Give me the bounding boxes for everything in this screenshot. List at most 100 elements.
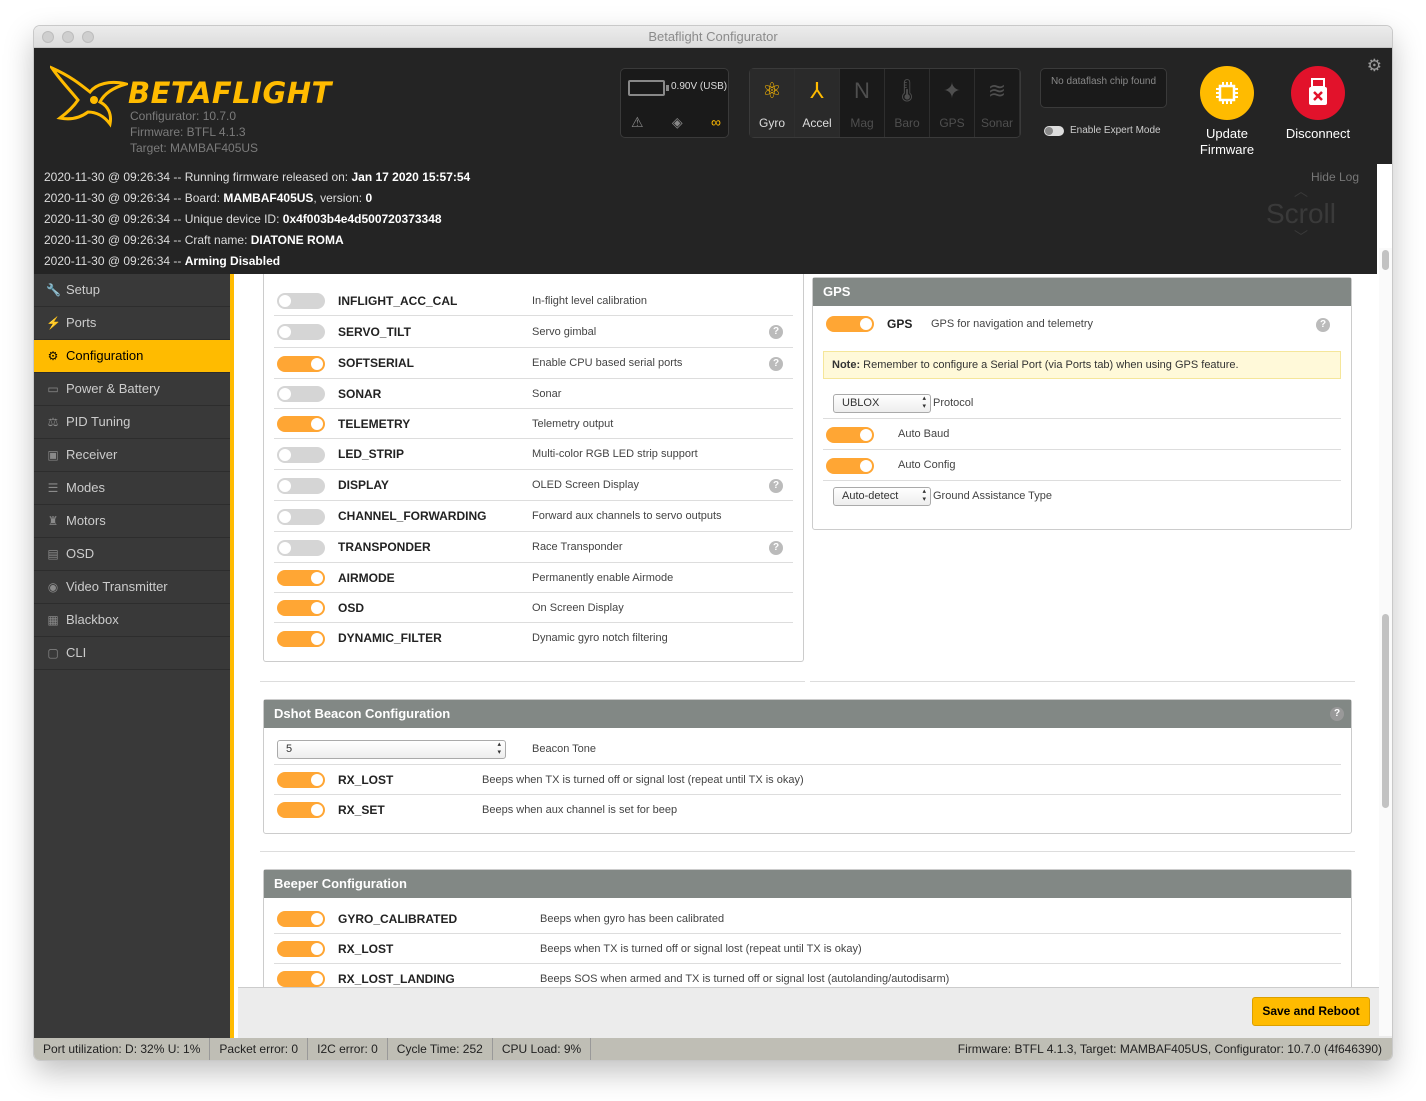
gps-note: Note: Remember to configure a Serial Por…	[823, 351, 1341, 379]
sidebar-item-osd[interactable]: ▤ OSD	[34, 538, 230, 571]
feature-toggle[interactable]	[277, 630, 325, 647]
save-and-reboot-button[interactable]: Save and Reboot	[1252, 997, 1370, 1026]
disconnect-label: Disconnect	[1285, 126, 1351, 141]
sensor-sonar: ≋ Sonar	[975, 69, 1020, 137]
header: BETAFLIGHT Configurator: 10.7.0 Firmware…	[34, 48, 1392, 164]
expert-mode-toggle-row[interactable]: Enable Expert Mode	[1044, 125, 1161, 136]
port-utilization: Port utilization: D: 32% U: 1%	[34, 1038, 211, 1060]
disconnect-button[interactable]: Disconnect	[1278, 66, 1358, 142]
wrench-icon: 🔧	[46, 283, 61, 297]
feature-description: OLED Screen Display	[532, 479, 639, 491]
update-firmware-label: Update Firmware	[1199, 126, 1255, 157]
cycle-time: Cycle Time: 252	[388, 1038, 493, 1060]
minimize-window-button[interactable]	[62, 31, 74, 43]
sidebar-item-label: Motors	[66, 513, 106, 528]
help-icon[interactable]: ?	[769, 357, 783, 371]
sidebar-item-motors[interactable]: ♜ Motors	[34, 505, 230, 538]
feature-row: AIRMODE Permanently enable Airmode	[274, 563, 793, 593]
feature-description: Sonar	[532, 388, 562, 400]
feature-toggle[interactable]	[277, 600, 325, 616]
feature-toggle[interactable]	[277, 324, 325, 340]
sensor-label: Baro	[894, 116, 920, 130]
sidebar-item-setup[interactable]: 🔧 Setup	[34, 274, 230, 307]
sidebar-item-ports[interactable]: ⚡ Ports	[34, 307, 230, 340]
sidebar-item-label: Receiver	[66, 447, 118, 462]
feature-toggle[interactable]	[277, 386, 325, 402]
expert-mode-toggle[interactable]	[1044, 125, 1064, 136]
feature-name: LED_STRIP	[338, 447, 405, 461]
feature-toggle[interactable]	[277, 971, 325, 987]
update-firmware-button[interactable]: Update Firmware	[1187, 66, 1267, 158]
feature-toggle[interactable]	[277, 570, 325, 586]
settings-gear-icon[interactable]: ⚙	[1367, 56, 1382, 76]
auto-baud-toggle[interactable]	[826, 427, 874, 443]
log-line: 2020-11-30 @ 09:26:34 -- Board: MAMBAF40…	[44, 191, 373, 205]
feature-toggle[interactable]	[277, 802, 325, 818]
failsafe-icon: ◈	[671, 114, 683, 130]
feature-toggle[interactable]	[277, 293, 325, 309]
feature-toggle[interactable]	[277, 355, 325, 372]
feature-description: In-flight level calibration	[532, 295, 647, 307]
gps-protocol-select[interactable]: UBLOX	[833, 394, 931, 413]
feature-name: RX_LOST	[338, 773, 394, 787]
gps-help-icon[interactable]: ?	[1316, 318, 1330, 332]
feature-toggle[interactable]	[277, 539, 325, 556]
feature-toggle[interactable]	[277, 416, 325, 432]
help-icon[interactable]: ?	[769, 479, 783, 493]
feature-toggle[interactable]	[277, 477, 325, 494]
log-scroll-thumb[interactable]	[1382, 250, 1389, 270]
feature-toggle[interactable]	[277, 941, 325, 957]
gyro-icon: ⚛	[762, 78, 782, 103]
feature-row: SERVO_TILT Servo gimbal?	[274, 316, 793, 348]
feature-toggle[interactable]	[277, 911, 325, 927]
sidebar-item-label: PID Tuning	[66, 414, 131, 429]
window-title: Betaflight Configurator	[648, 29, 778, 44]
firmware-version: Firmware: BTFL 4.1.3	[130, 125, 246, 139]
help-icon[interactable]: ?	[769, 325, 783, 339]
cli-icon: ▢	[47, 646, 59, 660]
feature-description: Forward aux channels to servo outputs	[532, 510, 722, 522]
sidebar-item-power-battery[interactable]: ▭ Power & Battery	[34, 373, 230, 406]
version-info: Configurator: 10.7.0 Firmware: BTFL 4.1.…	[130, 108, 258, 156]
usb-disconnect-icon	[1291, 66, 1345, 120]
receiver-icon: ▣	[47, 448, 59, 462]
help-icon[interactable]: ?	[769, 541, 783, 555]
baro-icon: 🌡	[893, 78, 921, 103]
feature-description: Multi-color RGB LED strip support	[532, 448, 698, 460]
sidebar-item-modes[interactable]: ☰ Modes	[34, 472, 230, 505]
dshot-help-icon[interactable]: ?	[1330, 707, 1344, 721]
sidebar-item-configuration[interactable]: ⚙ Configuration	[34, 340, 230, 373]
sidebar-item-pid-tuning[interactable]: ⚖ PID Tuning	[34, 406, 230, 439]
sidebar-item-receiver[interactable]: ▣ Receiver	[34, 439, 230, 472]
content-scrollbar[interactable]	[1379, 248, 1392, 1036]
feature-toggle[interactable]	[277, 508, 325, 525]
feature-description: Beeps SOS when armed and TX is turned of…	[540, 973, 950, 985]
feature-toggle[interactable]	[277, 772, 325, 788]
battery-icon: ▭	[47, 382, 59, 396]
sensor-label: Gyro	[758, 116, 785, 130]
gps-feature-desc: GPS for navigation and telemetry	[931, 318, 1094, 330]
sidebar-item-video-transmitter[interactable]: ◉ Video Transmitter	[34, 571, 230, 604]
feature-toggle[interactable]	[277, 446, 325, 463]
feature-row: RX_SET Beeps when aux channel is set for …	[274, 795, 1341, 825]
content-scroll-thumb[interactable]	[1382, 614, 1389, 808]
feature-description: Permanently enable Airmode	[532, 572, 674, 584]
log-panel: 2020-11-30 @ 09:26:34 -- Running firmwar…	[34, 164, 1377, 274]
dshot-beacon-panel: Dshot Beacon Configuration ? 5 Beacon To…	[263, 699, 1352, 834]
gps-feature-toggle[interactable]	[826, 316, 874, 332]
ground-assistance-select[interactable]: Auto-detect	[833, 487, 931, 506]
beacon-tone-select[interactable]: 5	[277, 740, 506, 759]
sidebar-item-blackbox[interactable]: ▦ Blackbox	[34, 604, 230, 637]
scroll-indicator: ︿ Scroll ﹀	[1255, 184, 1347, 266]
auto-config-toggle[interactable]	[826, 458, 874, 474]
sidebar-item-label: OSD	[66, 546, 95, 561]
sidebar-item-cli[interactable]: ▢ CLI	[34, 637, 230, 670]
feature-row: INFLIGHT_ACC_CAL In-flight level calibrat…	[274, 286, 793, 316]
feature-description: Telemetry output	[532, 418, 614, 430]
feature-name: SERVO_TILT	[338, 325, 411, 339]
feature-description: On Screen Display	[532, 602, 624, 614]
beeper-panel-title: Beeper Configuration	[264, 870, 1351, 898]
scroll-label: Scroll	[1265, 198, 1336, 229]
close-window-button[interactable]	[42, 31, 54, 43]
zoom-window-button[interactable]	[82, 31, 94, 43]
